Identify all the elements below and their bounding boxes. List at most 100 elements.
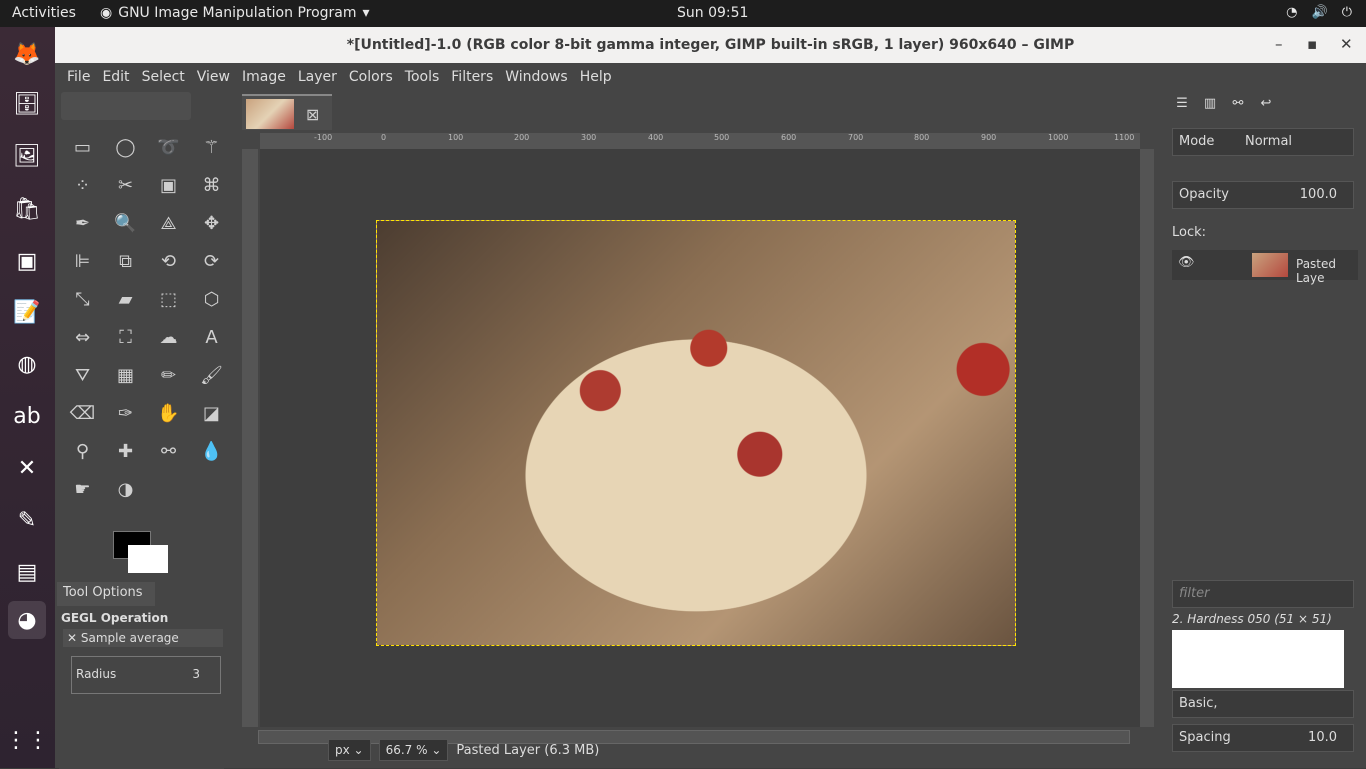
mypaint-brush-icon[interactable]: ◪: [190, 394, 233, 432]
vertical-scrollbar[interactable]: [1140, 149, 1154, 727]
undo-history-tab-icon[interactable]: ↩: [1254, 96, 1278, 120]
dodge-burn-icon[interactable]: ◑: [104, 470, 147, 508]
pencil-icon[interactable]: ✏: [147, 356, 190, 394]
rect-select-icon[interactable]: ▭: [61, 128, 104, 166]
paths-tab-icon[interactable]: ⚯: [1226, 96, 1250, 120]
firefox-icon[interactable]: 🦊: [8, 35, 46, 73]
terminal-icon[interactable]: ▣: [8, 242, 46, 280]
warp-transform-icon[interactable]: ☁: [147, 318, 190, 356]
app-icon[interactable]: ◍: [8, 345, 46, 383]
notes-icon[interactable]: ✎: [8, 501, 46, 539]
layer-row[interactable]: 👁 Pasted Laye: [1172, 250, 1358, 285]
brush-preset-select[interactable]: Basic,: [1172, 690, 1354, 718]
sample-average-toggle[interactable]: ✕ Sample average: [63, 629, 223, 647]
bucket-fill-icon[interactable]: ⛛: [61, 356, 104, 394]
menu-view[interactable]: View: [191, 69, 236, 85]
menu-layer[interactable]: Layer: [292, 69, 343, 85]
eye-icon[interactable]: 👁: [1178, 255, 1195, 270]
crop-icon[interactable]: ⧉: [104, 242, 147, 280]
ellipse-select-icon[interactable]: ◯: [104, 128, 147, 166]
chevron-down-icon: ▾: [362, 5, 370, 21]
brush-grid[interactable]: [1172, 630, 1344, 688]
gimp-dock-icon[interactable]: ◕: [8, 601, 46, 639]
settings-icon[interactable]: ✕: [8, 449, 46, 487]
unified-transform-icon[interactable]: ⟲: [147, 242, 190, 280]
close-tab-icon[interactable]: ⊠: [306, 105, 319, 124]
paths-icon[interactable]: ⌘: [190, 166, 233, 204]
background-color[interactable]: [128, 545, 168, 573]
move-icon[interactable]: ✥: [190, 204, 233, 242]
align-icon[interactable]: ⊫: [61, 242, 104, 280]
image-canvas[interactable]: [376, 220, 1016, 646]
menu-tools[interactable]: Tools: [399, 69, 446, 85]
clone-icon[interactable]: ⚲: [61, 432, 104, 470]
rotate-icon[interactable]: ⟳: [190, 242, 233, 280]
cage-transform-icon[interactable]: ⛶: [104, 318, 147, 356]
activities-button[interactable]: Activities: [12, 5, 76, 21]
layer-thumbnail: [1252, 253, 1288, 277]
clock[interactable]: Sun 09:51: [677, 5, 748, 21]
3d-transform-icon[interactable]: ⬡: [190, 280, 233, 318]
menu-colors[interactable]: Colors: [343, 69, 399, 85]
free-select-icon[interactable]: ➰: [147, 128, 190, 166]
image-viewer-icon[interactable]: 🖼: [8, 137, 46, 175]
software-center-icon[interactable]: 🛍: [8, 190, 46, 228]
dictionary-icon[interactable]: ab: [8, 397, 46, 435]
eraser-icon[interactable]: ⌫: [61, 394, 104, 432]
scale-icon[interactable]: ⤡: [61, 280, 104, 318]
tool-options-heading: GEGL Operation: [61, 611, 169, 625]
menu-image[interactable]: Image: [236, 69, 292, 85]
menu-help[interactable]: Help: [574, 69, 618, 85]
tab-tool-options[interactable]: Tool Options: [57, 582, 155, 606]
text-editor-icon[interactable]: 📝: [8, 293, 46, 331]
layers-tab-icon[interactable]: ☰: [1170, 96, 1194, 120]
image-viewport[interactable]: [260, 149, 1140, 727]
measure-icon[interactable]: ⟁: [147, 204, 190, 242]
show-apps-icon[interactable]: ⋮⋮: [5, 721, 49, 759]
zoom-icon[interactable]: 🔍: [104, 204, 147, 242]
menu-filters[interactable]: Filters: [445, 69, 499, 85]
zoom-select[interactable]: 66.7 % ⌄: [378, 739, 449, 761]
foreground-select-icon[interactable]: ▣: [147, 166, 190, 204]
files-icon[interactable]: 🗄: [8, 85, 46, 123]
maximize-button[interactable]: ▪: [1307, 35, 1317, 53]
channels-tab-icon[interactable]: ▥: [1198, 96, 1222, 120]
select-by-color-icon[interactable]: ⁘: [61, 166, 104, 204]
menu-select[interactable]: Select: [136, 69, 191, 85]
menu-edit[interactable]: Edit: [96, 69, 135, 85]
perspective-clone-icon[interactable]: ⚯: [147, 432, 190, 470]
opacity-spinner[interactable]: Opacity 100.0: [1172, 181, 1354, 209]
heal-icon[interactable]: ✚: [104, 432, 147, 470]
text-tool-icon[interactable]: A: [190, 318, 233, 356]
blur-icon[interactable]: 💧: [190, 432, 233, 470]
radius-spinner[interactable]: Radius 3: [71, 656, 221, 694]
paintbrush-icon[interactable]: 🖌: [190, 356, 233, 394]
shear-icon[interactable]: ▰: [104, 280, 147, 318]
menu-windows[interactable]: Windows: [499, 69, 574, 85]
mode-select[interactable]: Mode Normal: [1172, 128, 1354, 156]
image-tab[interactable]: ⊠: [242, 94, 332, 130]
airbrush-icon[interactable]: ✑: [104, 394, 147, 432]
unit-select[interactable]: px ⌄: [328, 739, 371, 761]
color-picker-icon[interactable]: ✒: [61, 204, 104, 242]
horizontal-ruler[interactable]: -100 0 100 200 300 400 500 600 700 800 9…: [260, 133, 1140, 149]
system-tray[interactable]: ◔ 🔊 ⏻: [1286, 5, 1352, 20]
brush-filter-input[interactable]: filter: [1172, 580, 1354, 608]
vertical-ruler[interactable]: [242, 149, 258, 727]
close-button[interactable]: ✕: [1340, 35, 1353, 53]
spacing-spinner[interactable]: Spacing 10.0: [1172, 724, 1354, 752]
wilber-drop-area[interactable]: [61, 92, 191, 120]
scissors-icon[interactable]: ✂: [104, 166, 147, 204]
gradient-icon[interactable]: ▦: [104, 356, 147, 394]
flip-icon[interactable]: ⇔: [61, 318, 104, 356]
status-message: Pasted Layer (6.3 MB): [456, 742, 600, 758]
spreadsheet-icon[interactable]: ▤: [8, 553, 46, 591]
app-menu[interactable]: ◉ GNU Image Manipulation Program ▾: [100, 5, 370, 21]
perspective-icon[interactable]: ⬚: [147, 280, 190, 318]
smudge-icon[interactable]: ☛: [61, 470, 104, 508]
power-icon: ⏻: [1341, 5, 1352, 20]
menu-file[interactable]: File: [61, 69, 96, 85]
minimize-button[interactable]: –: [1275, 35, 1283, 53]
fuzzy-select-icon[interactable]: ⚚: [190, 128, 233, 166]
ink-icon[interactable]: ✋: [147, 394, 190, 432]
